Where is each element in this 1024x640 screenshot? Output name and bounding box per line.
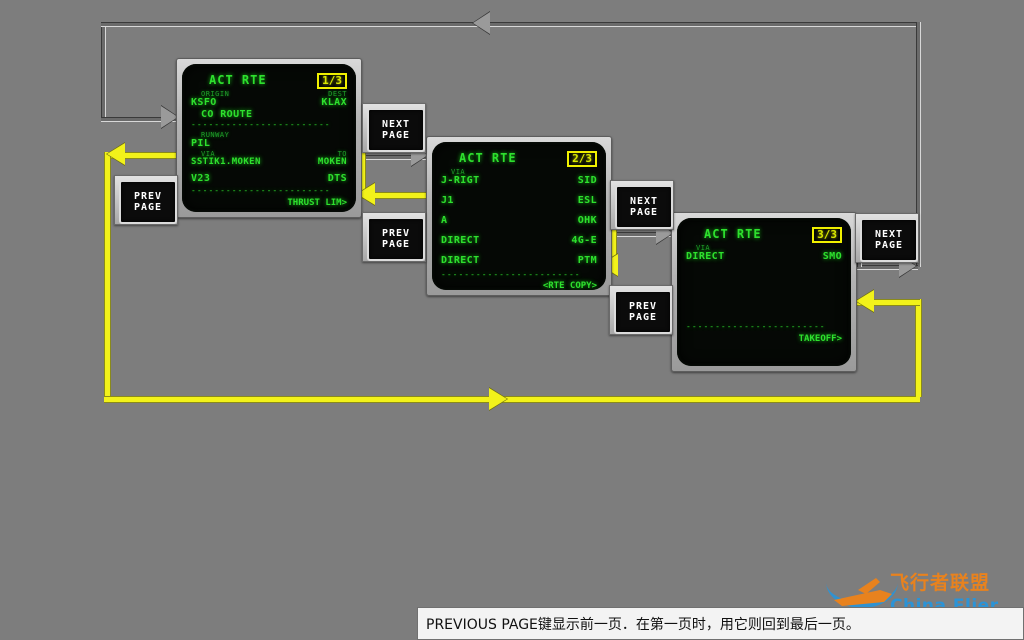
next-page-key-3-face: NEXT PAGE: [860, 218, 918, 262]
gray-arrowhead-top-fill: [473, 12, 490, 34]
yellow-route-left-vertical: [104, 152, 111, 397]
cdu-1-dashes-upper: ------------------------: [191, 120, 347, 129]
cdu-2-value-1-left[interactable]: J1: [441, 195, 454, 206]
cdu-title-3: ACT RTE: [704, 227, 762, 241]
cdu-title-2: ACT RTE: [459, 151, 517, 165]
cdu-1-value-pil[interactable]: PIL: [191, 138, 210, 149]
cdu-1-value-co-route[interactable]: CO ROUTE: [201, 109, 252, 120]
cdu-3-value-left[interactable]: DIRECT: [686, 251, 725, 262]
cdu-1-value-dts[interactable]: DTS: [328, 173, 347, 184]
cdu-page-indicator-3: 3/3: [812, 227, 842, 243]
next-page-key-1-line2: PAGE: [382, 130, 410, 141]
cdu-1-value-via[interactable]: SSTIK1.MOKEN: [191, 157, 261, 167]
cdu-1-value-dest[interactable]: KLAX: [321, 97, 347, 108]
cdu-3-prompt[interactable]: TAKEOFF>: [686, 334, 842, 344]
cdu-3-value-right[interactable]: SMO: [823, 251, 842, 262]
cdu-1-value-airway[interactable]: V23: [191, 173, 210, 184]
prev-page-key-2-line2: PAGE: [382, 239, 410, 250]
next-page-key-1-face: NEXT PAGE: [367, 108, 425, 152]
cdu-2-value-3-right[interactable]: 4G-E: [571, 235, 597, 246]
gray-route-segment-left-vertical: [101, 22, 106, 120]
yellow-route-right-vertical: [915, 299, 922, 397]
cdu-1-prompt[interactable]: THRUST LIM>: [191, 198, 347, 208]
prev-page-key-2[interactable]: PREV PAGE: [362, 212, 426, 262]
next-page-key-2-line2: PAGE: [630, 207, 658, 218]
cdu-page-2[interactable]: ACT RTE 2/3 VIA J-RIGT SID J1 ESL A OHK: [426, 136, 612, 296]
cdu-1-dashes-lower: ------------------------: [191, 186, 347, 195]
next-page-key-1[interactable]: NEXT PAGE: [362, 103, 426, 153]
prev-page-key-3-face: PREV PAGE: [614, 290, 672, 334]
cdu-2-value-3-left[interactable]: DIRECT: [441, 235, 480, 246]
cdu-page-3[interactable]: ACT RTE 3/3 VIA DIRECT SMO -------------…: [671, 212, 857, 372]
cdu-2-value-0-right[interactable]: SID: [578, 175, 597, 186]
prev-page-key-1-line1: PREV: [134, 191, 162, 202]
cdu-1-value-origin[interactable]: KSFO: [191, 97, 217, 108]
cdu-2-value-2-right[interactable]: OHK: [578, 215, 597, 226]
next-page-key-3-line1: NEXT: [875, 229, 903, 240]
cdu-2-prompt[interactable]: <RTE COPY>: [441, 281, 597, 290]
prev-page-key-3-line1: PREV: [629, 301, 657, 312]
caption-text: PREVIOUS PAGE键显示前一页．在第一页时，用它则回到最后一页。: [426, 614, 860, 634]
cdu-3-dashes: ------------------------: [686, 322, 842, 331]
cdu-page-indicator-2: 2/3: [567, 151, 597, 167]
prev-page-key-1[interactable]: PREV PAGE: [114, 175, 178, 225]
yellow-arrowhead-right-fill: [856, 290, 874, 312]
diagram-canvas: ACT RTE 1/3 ORIGIN DEST KSFO KLAX CO ROU…: [0, 0, 1024, 640]
prev-page-key-1-face: PREV PAGE: [119, 180, 177, 224]
cdu-screen-3: ACT RTE 3/3 VIA DIRECT SMO -------------…: [677, 218, 851, 366]
next-page-key-2-line1: NEXT: [630, 196, 658, 207]
cdu-page-1[interactable]: ACT RTE 1/3 ORIGIN DEST KSFO KLAX CO ROU…: [176, 58, 362, 218]
watermark-cn: 飞行者联盟: [890, 568, 999, 595]
cdu-2-value-4-left[interactable]: DIRECT: [441, 255, 480, 266]
prev-page-key-2-face: PREV PAGE: [367, 217, 425, 261]
yellow-arrowhead-page1-fill: [107, 143, 125, 165]
cdu-2-dashes: ------------------------: [441, 270, 597, 279]
prev-page-key-3-line2: PAGE: [629, 312, 657, 323]
prev-page-key-2-line1: PREV: [382, 228, 410, 239]
prev-page-key-3[interactable]: PREV PAGE: [609, 285, 673, 335]
next-page-key-2[interactable]: NEXT PAGE: [610, 180, 674, 230]
cdu-2-value-2-left[interactable]: A: [441, 215, 447, 226]
prev-page-key-1-line2: PAGE: [134, 202, 162, 213]
next-page-key-3-line2: PAGE: [875, 240, 903, 251]
cdu-screen-1: ACT RTE 1/3 ORIGIN DEST KSFO KLAX CO ROU…: [182, 64, 356, 212]
cdu-title-1: ACT RTE: [209, 73, 267, 87]
yellow-route-bottom-horizontal: [104, 396, 920, 403]
yellow-arrowhead-bottom-fill: [489, 388, 507, 410]
next-page-key-1-line1: NEXT: [382, 119, 410, 130]
cdu-2-value-1-right[interactable]: ESL: [578, 195, 597, 206]
gray-route-segment-top-horizontal: [101, 22, 919, 27]
next-page-key-2-face: NEXT PAGE: [615, 185, 673, 229]
cdu-2-value-4-right[interactable]: PTM: [578, 255, 597, 266]
next-page-key-3[interactable]: NEXT PAGE: [855, 213, 919, 263]
cdu-2-value-0-left[interactable]: J-RIGT: [441, 175, 480, 186]
cdu-page-indicator-1: 1/3: [317, 73, 347, 89]
cdu-screen-2: ACT RTE 2/3 VIA J-RIGT SID J1 ESL A OHK: [432, 142, 606, 290]
caption-bar: PREVIOUS PAGE键显示前一页．在第一页时，用它则回到最后一页。: [417, 607, 1024, 640]
cdu-1-value-to[interactable]: MOKEN: [318, 157, 347, 167]
